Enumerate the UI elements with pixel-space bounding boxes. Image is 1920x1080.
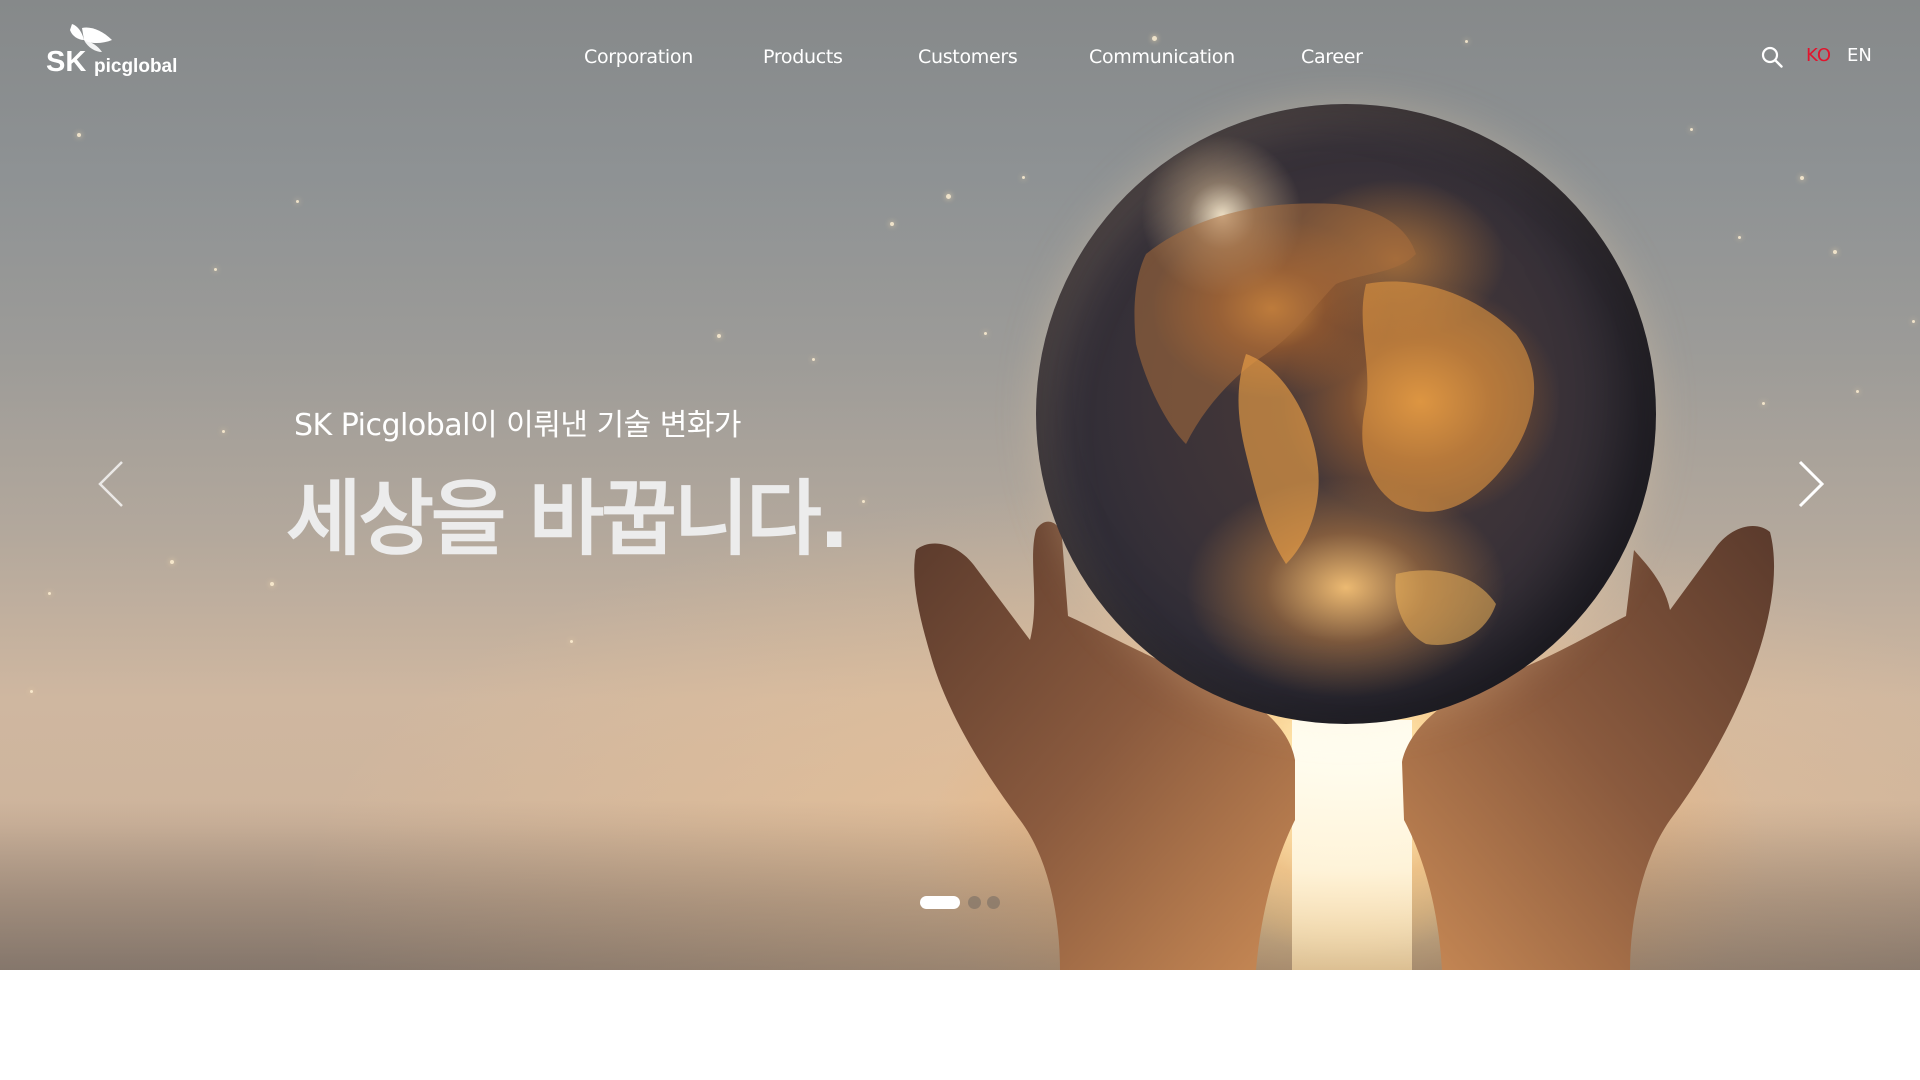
globe-continents bbox=[1134, 203, 1535, 645]
logo-brand: SK bbox=[46, 46, 87, 78]
pagination-dot[interactable] bbox=[968, 896, 981, 909]
nav-item-career[interactable]: Career bbox=[1301, 46, 1363, 68]
logo-name: picglobal bbox=[94, 56, 178, 77]
search-icon[interactable] bbox=[1760, 45, 1784, 69]
lang-en-link[interactable]: EN bbox=[1847, 45, 1872, 66]
hero-subtitle: SK Picglobal이 이뤄낸 기술 변화가 bbox=[294, 408, 742, 443]
pagination-dot[interactable] bbox=[987, 896, 1000, 909]
pagination-dot-active[interactable] bbox=[920, 896, 960, 909]
chevron-right-icon[interactable] bbox=[1796, 458, 1826, 510]
nav-item-communication[interactable]: Communication bbox=[1089, 46, 1235, 68]
nav-item-corporation[interactable]: Corporation bbox=[584, 46, 693, 68]
nav-item-customers[interactable]: Customers bbox=[918, 46, 1018, 68]
chevron-left-icon[interactable] bbox=[96, 458, 126, 510]
lang-ko-link[interactable]: KO bbox=[1806, 45, 1831, 66]
earth-globe-image bbox=[1036, 104, 1656, 724]
sk-picglobal-logo[interactable]: SK picglobal bbox=[46, 22, 196, 82]
nav-item-products[interactable]: Products bbox=[763, 46, 843, 68]
hero-headline: 세상을 바꿉니다. bbox=[286, 472, 850, 567]
hero-banner: SK picglobal Corporation Products Custom… bbox=[0, 0, 1920, 970]
